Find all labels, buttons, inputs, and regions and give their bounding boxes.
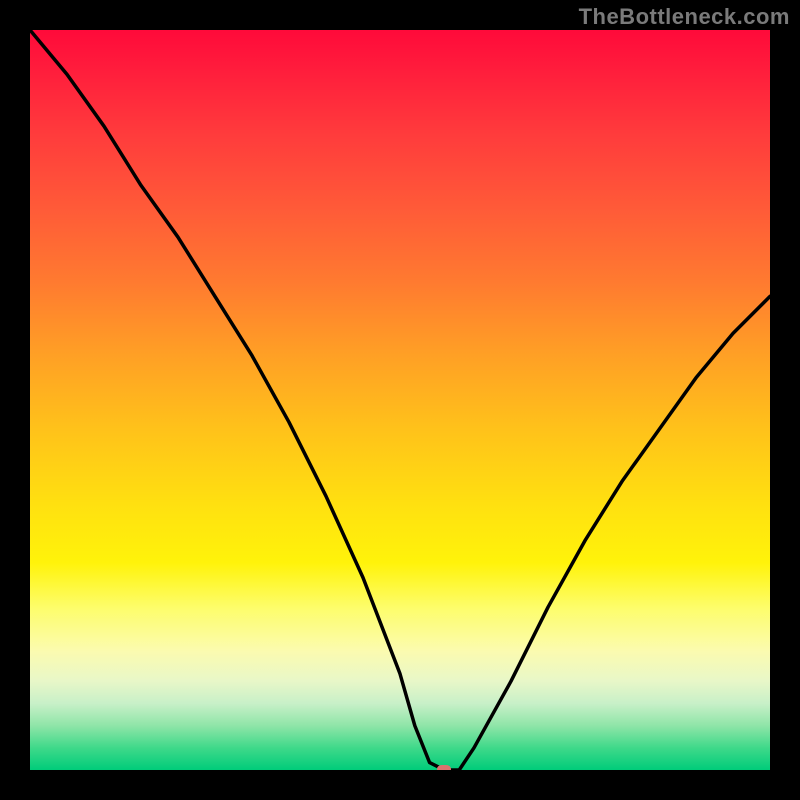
chart-container: TheBottleneck.com — [0, 0, 800, 800]
plot-area — [30, 30, 770, 770]
curve-path — [30, 30, 770, 770]
optimal-point-marker — [437, 765, 451, 770]
watermark-text: TheBottleneck.com — [579, 4, 790, 30]
bottleneck-curve — [30, 30, 770, 770]
